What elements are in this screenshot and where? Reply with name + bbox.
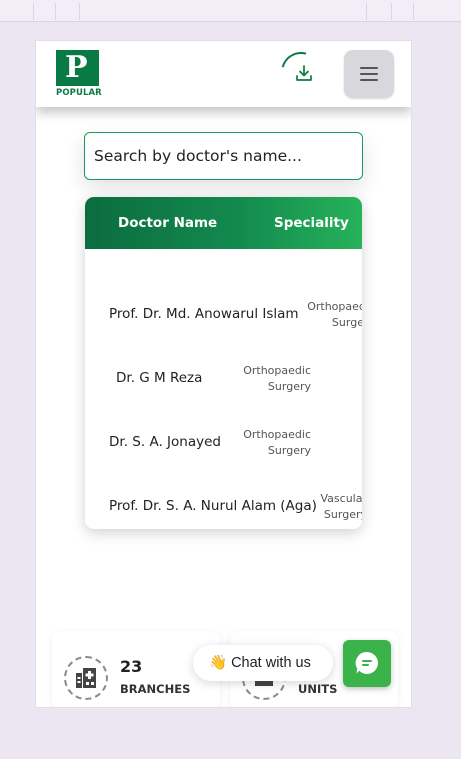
doctor-speciality: Orthopaedic Surgery — [191, 363, 311, 395]
column-header-doctor-name[interactable]: Doctor Name — [118, 215, 217, 231]
chat-with-us-pill[interactable]: 👋 Chat with us — [193, 645, 333, 681]
speciality-line: Vascular — [320, 492, 362, 505]
speciality-line: Surgery — [267, 380, 311, 393]
table-row[interactable]: Prof. Dr. Md. Anowarul Islam Orthopaedic… — [85, 282, 362, 346]
speciality-line: Orthopaedic — [243, 364, 311, 377]
doctor-speciality: Vascular Surgery — [247, 491, 362, 523]
chat-launcher-button[interactable] — [343, 640, 391, 687]
doctors-table: Doctor Name Speciality Prof. Dr. Md. Ano… — [85, 197, 362, 529]
stat-label: BRANCHES — [120, 682, 191, 696]
speciality-line: Orthopaedic — [307, 300, 362, 313]
download-button[interactable] — [273, 44, 329, 100]
hamburger-line — [360, 79, 378, 81]
brand-logo[interactable]: P POPULAR — [56, 50, 102, 98]
chat-bubble-icon — [355, 651, 378, 674]
column-header-speciality[interactable]: Speciality — [274, 215, 349, 231]
table-row[interactable]: Prof. Dr. S. A. Nurul Alam (Aga) Vascula… — [85, 474, 362, 529]
stat-number: 23 — [120, 657, 143, 676]
speciality-line: Surgery — [323, 508, 362, 521]
tab-divider — [391, 3, 392, 20]
tab-divider — [33, 3, 34, 20]
hamburger-menu-icon — [360, 67, 378, 69]
menu-button[interactable] — [344, 50, 394, 98]
doctor-search-input[interactable] — [84, 132, 363, 180]
logo-wordmark: POPULAR — [56, 88, 102, 98]
doctor-name[interactable]: Dr. G M Reza — [116, 370, 202, 386]
site-header: P POPULAR — [36, 41, 411, 107]
stat-label: UNITS — [298, 682, 338, 696]
browser-tab-strip — [0, 0, 461, 22]
tab-divider — [79, 3, 80, 20]
doctor-speciality: Orthopaedic Surgery — [255, 299, 362, 331]
speciality-line: Surgery — [331, 316, 362, 329]
tab-divider — [413, 3, 414, 20]
table-row[interactable]: Dr. G M Reza Orthopaedic Surgery — [85, 346, 362, 410]
hamburger-line — [360, 73, 378, 75]
speciality-line: Orthopaedic — [243, 428, 311, 441]
tab-divider — [366, 3, 367, 20]
table-row[interactable]: Dr. S. A. Jonayed Orthopaedic Surgery — [85, 410, 362, 474]
doctor-speciality: Orthopaedic Surgery — [191, 427, 311, 459]
hospital-building-icon — [76, 668, 96, 688]
stat-icon-ring — [64, 656, 108, 700]
mobile-viewport: P POPULAR Doctor Name Speciality Prof. D… — [35, 40, 412, 708]
speciality-line: Surgery — [267, 444, 311, 457]
table-header: Doctor Name Speciality — [85, 197, 362, 249]
download-icon — [296, 65, 312, 81]
logo-mark: P — [56, 50, 99, 86]
tab-divider — [55, 3, 56, 20]
